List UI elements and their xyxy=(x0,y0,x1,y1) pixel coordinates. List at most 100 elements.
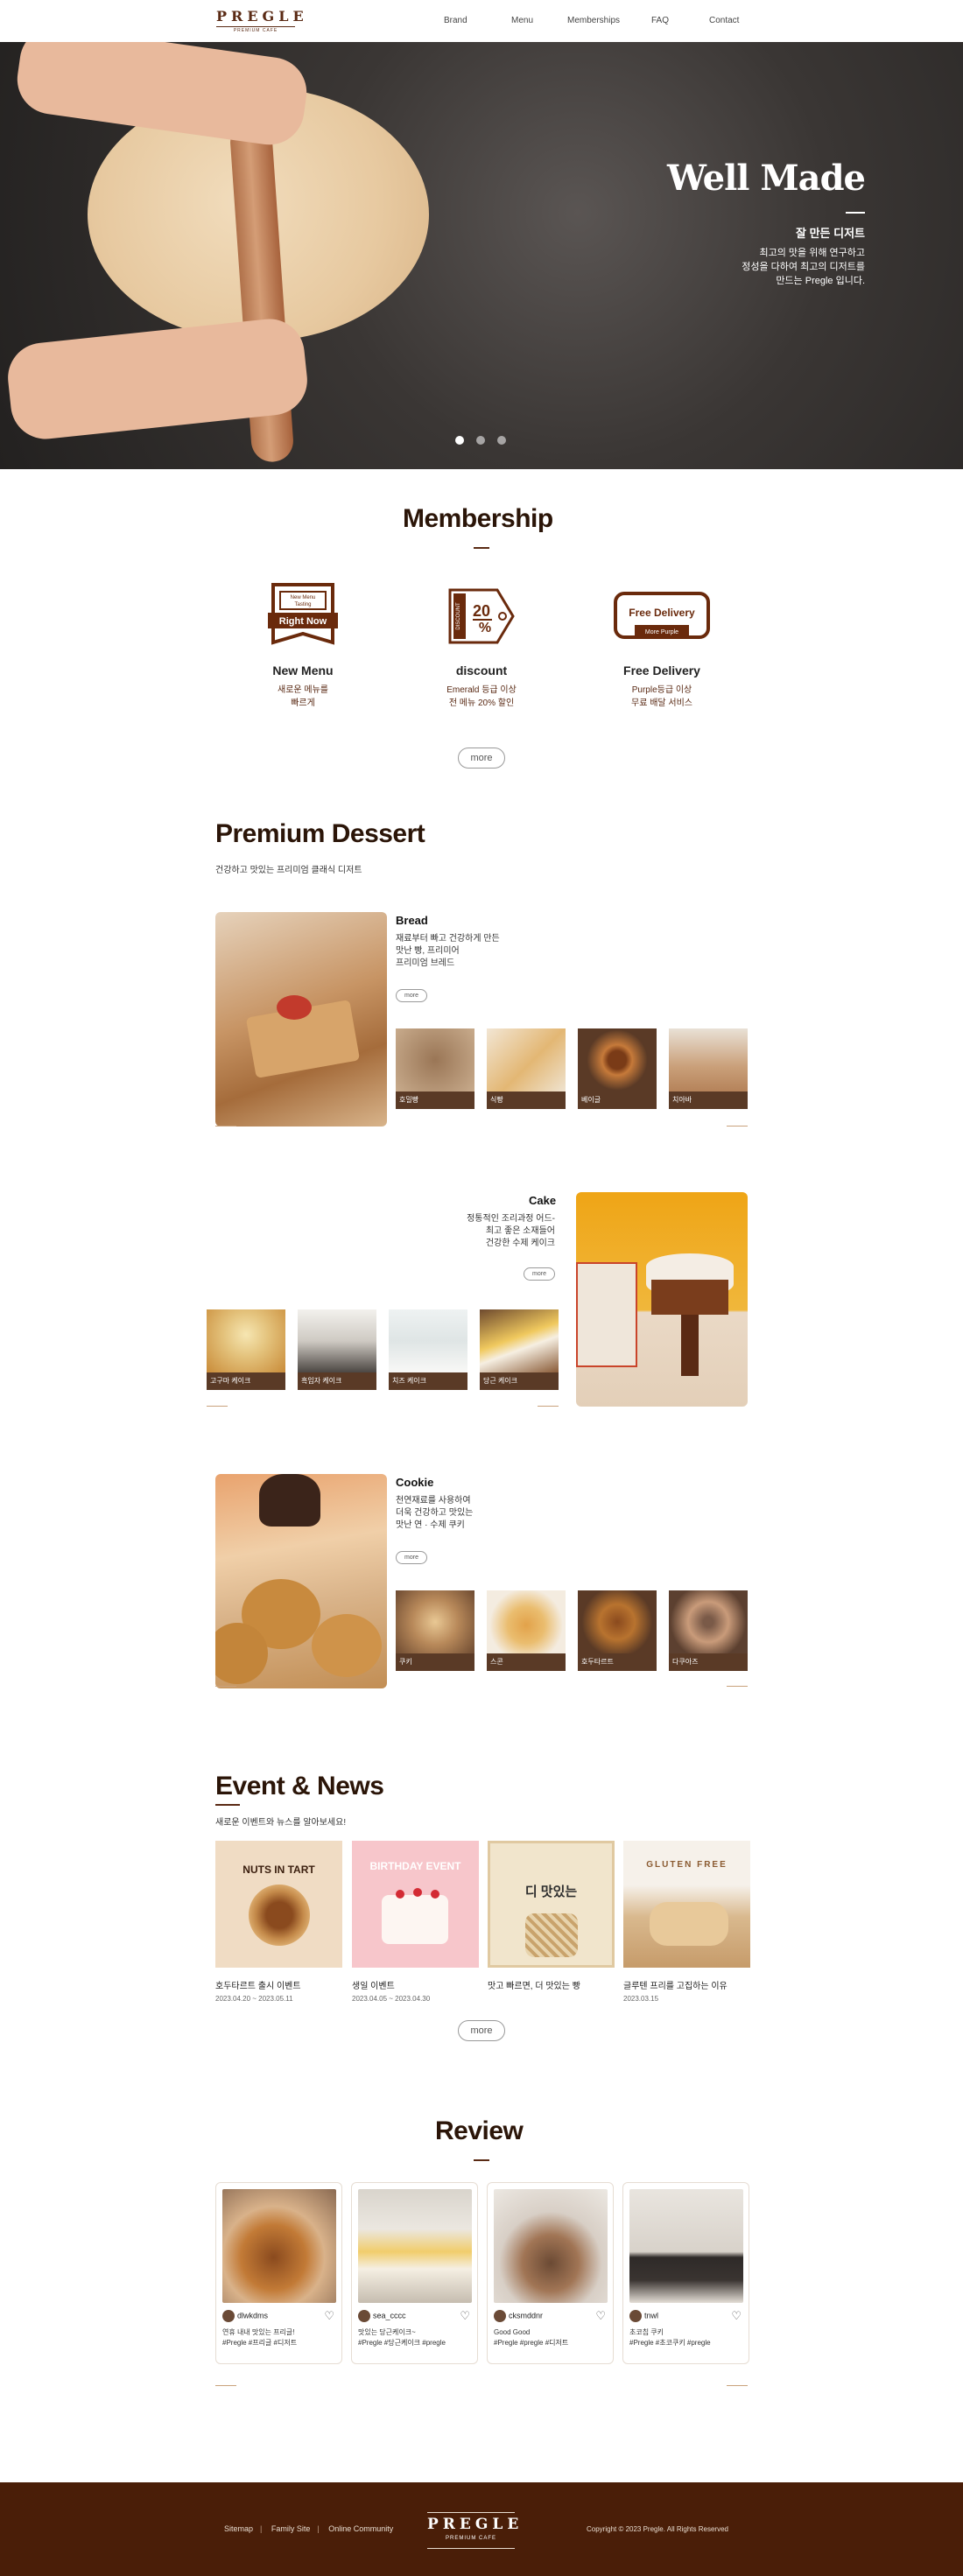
heart-icon[interactable]: ♡ xyxy=(324,2309,334,2323)
review-card-2[interactable]: sea_cccc ♡ 맛있는 당근케이크~ #Pregle #당근케이크 #pr… xyxy=(351,2182,478,2364)
heart-icon[interactable]: ♡ xyxy=(460,2309,470,2323)
bread-thumb-1[interactable]: 호밀빵 xyxy=(396,1028,474,1109)
bread-next-arrow[interactable] xyxy=(727,1126,748,1127)
event-image: BIRTHDAY EVENT xyxy=(352,1841,479,1968)
thumb-caption: 당근 케이크 xyxy=(480,1372,559,1390)
cookie-main-image xyxy=(215,1474,387,1688)
event-date: 2023.04.20 ~ 2023.05.11 xyxy=(215,1995,293,2003)
review-username: sea_cccc xyxy=(373,2311,406,2320)
event-date: 2023.03.15 xyxy=(623,1995,659,2003)
review-card-1[interactable]: dlwkdms ♡ 연휴 내내 맛있는 프리글! #Pregle #프리글 #디… xyxy=(215,2182,342,2364)
thumb-caption: 베이글 xyxy=(578,1091,657,1109)
review-next-arrow[interactable] xyxy=(727,2385,748,2386)
avatar xyxy=(222,2310,235,2322)
event-date: 2023.04.05 ~ 2023.04.30 xyxy=(352,1995,431,2003)
membership-item-title: discount xyxy=(455,663,508,677)
heart-icon[interactable]: ♡ xyxy=(731,2309,742,2323)
cake-desc: 정통적인 조리과정 어드- 최고 좋은 소재들어 건강한 수제 케이크 xyxy=(467,1214,555,1248)
event-card-1[interactable]: NUTS IN TART 호두타르트 출시 이벤트 2023.04.20 ~ 2… xyxy=(215,1841,342,2003)
cookie-thumb-4[interactable]: 다쿠아즈 xyxy=(669,1590,748,1671)
cake-thumb-1[interactable]: 고구마 케이크 xyxy=(207,1309,285,1390)
logo[interactable]: PREGLE PREMIUM CAFE xyxy=(216,7,304,35)
event-image-text: NUTS IN TART xyxy=(243,1864,315,1876)
nav-menu[interactable]: Menu xyxy=(511,16,533,25)
membership-more-button[interactable]: more xyxy=(458,748,505,769)
cake-next-arrow[interactable] xyxy=(538,1406,559,1407)
event-card-2[interactable]: BIRTHDAY EVENT 생일 이벤트 2023.04.05 ~ 2023.… xyxy=(352,1841,479,2003)
review-text: 맛있는 당근케이크~ #Pregle #당근케이크 #pregle xyxy=(358,2328,446,2347)
thumb-caption: 쿠키 xyxy=(396,1653,474,1671)
svg-text:20: 20 xyxy=(473,602,490,620)
bread-more-button[interactable]: more xyxy=(396,989,427,1002)
events-more-button[interactable]: more xyxy=(458,2020,505,2041)
premium-title: Premium Dessert xyxy=(215,819,425,848)
avatar xyxy=(358,2310,370,2322)
membership-item-discount: DISCOUNT 20% discount Emerald 등급 이상 전 메뉴 … xyxy=(394,581,569,710)
discount-tag-icon: DISCOUNT 20% xyxy=(446,581,517,651)
membership-item-desc: Emerald 등급 이상 전 메뉴 20% 할인 xyxy=(446,685,517,708)
bread-prev-arrow[interactable] xyxy=(215,1126,236,1127)
cookie-thumb-2[interactable]: 스콘 xyxy=(487,1590,566,1671)
bread-thumb-4[interactable]: 치아바 xyxy=(669,1028,748,1109)
svg-text:Right Now: Right Now xyxy=(279,616,327,627)
heart-icon[interactable]: ♡ xyxy=(595,2309,606,2323)
event-card-3[interactable]: 디 맛있는 맛고 빠르면, 더 맛있는 빵 xyxy=(488,1841,615,1991)
logo-text: PREGLE xyxy=(216,7,304,27)
cookie-next-arrow[interactable] xyxy=(727,1686,748,1687)
footer-logo-text: PREGLE xyxy=(427,2516,524,2533)
hero-banner: Well Made 잘 만든 디저트 최고의 맛을 위해 연구하고 정성을 다하… xyxy=(0,42,963,469)
membership-item-desc: 새로운 메뉴를 빠르게 xyxy=(278,685,328,708)
slider-dot-1[interactable] xyxy=(455,436,464,445)
footer-logo-subtext: PREMIUM CAFE xyxy=(445,2536,496,2541)
thumb-caption: 치즈 케이크 xyxy=(389,1372,467,1390)
events-divider xyxy=(215,1804,240,1806)
slider-dot-3[interactable] xyxy=(497,436,506,445)
avatar xyxy=(629,2310,642,2322)
review-card-3[interactable]: cksmddnr ♡ Good Good #Pregle #pregle #디저… xyxy=(487,2182,614,2364)
review-image xyxy=(629,2189,743,2303)
cake-prev-arrow[interactable] xyxy=(207,1406,228,1407)
thumb-caption: 치아바 xyxy=(669,1091,748,1109)
bread-thumb-2[interactable]: 식빵 xyxy=(487,1028,566,1109)
footer-logo[interactable]: PREGLE PREMIUM CAFE xyxy=(427,2512,524,2549)
ticket-right-now-icon: New Menu Tasting Right Now xyxy=(268,581,338,651)
cake-thumb-3[interactable]: 치즈 케이크 xyxy=(389,1309,467,1390)
bread-title: Bread xyxy=(396,914,428,927)
review-user: sea_cccc xyxy=(358,2310,406,2322)
bread-thumb-3[interactable]: 베이글 xyxy=(578,1028,657,1109)
bread-desc: 재료부터 빠고 건강하게 만든 맛난 빵, 프리미어 프리미엄 브레드 xyxy=(396,934,500,968)
membership-item-free-delivery: Free Delivery More Purple Free Delivery P… xyxy=(574,581,749,710)
footer-link-family-site[interactable]: Family Site xyxy=(271,2524,311,2533)
nav-contact[interactable]: Contact xyxy=(709,16,739,25)
premium-subtitle: 건강하고 맛있는 프리미엄 클래식 디저트 xyxy=(215,866,362,875)
svg-text:Tasting: Tasting xyxy=(294,602,311,607)
cake-thumb-4[interactable]: 당근 케이크 xyxy=(480,1309,559,1390)
cookie-thumb-1[interactable]: 쿠키 xyxy=(396,1590,474,1671)
svg-text:Free Delivery: Free Delivery xyxy=(629,607,695,619)
avatar xyxy=(494,2310,506,2322)
events-subtitle: 새로운 이벤트와 뉴스를 알아보세요! xyxy=(215,1818,347,1828)
review-user: cksmddnr xyxy=(494,2310,543,2322)
event-card-4[interactable]: GLUTEN FREE 글루텐 프리를 고집하는 이유 2023.03.15 xyxy=(623,1841,750,2003)
membership-divider xyxy=(474,547,489,549)
review-user: tnwl xyxy=(629,2310,658,2322)
free-delivery-card-icon: Free Delivery More Purple xyxy=(614,581,710,651)
slider-dot-2[interactable] xyxy=(476,436,485,445)
footer-link-online-community[interactable]: Online Community xyxy=(328,2524,393,2533)
cake-more-button[interactable]: more xyxy=(524,1267,555,1281)
footer-link-sitemap[interactable]: Sitemap xyxy=(224,2524,253,2533)
membership-item-title: Free Delivery xyxy=(623,663,700,677)
review-card-4[interactable]: tnwl ♡ 초코칩 쿠키 #Pregle #초코쿠키 #pregle xyxy=(622,2182,749,2364)
nav-brand[interactable]: Brand xyxy=(444,16,467,25)
cookie-desc: 천연재료를 사용하여 더욱 건강하고 맛있는 맛난 연 · 수제 쿠키 xyxy=(396,1496,474,1530)
cookie-thumb-3[interactable]: 호두타르트 xyxy=(578,1590,657,1671)
review-image xyxy=(222,2189,336,2303)
event-image-text: 디 맛있는 xyxy=(524,1885,578,1899)
cookie-more-button[interactable]: more xyxy=(396,1551,427,1564)
nav-faq[interactable]: FAQ xyxy=(651,16,669,25)
cake-thumb-2[interactable]: 흑임자 케이크 xyxy=(298,1309,376,1390)
nav-memberships[interactable]: Memberships xyxy=(567,16,620,25)
event-image-text: GLUTEN FREE xyxy=(646,1860,728,1870)
review-prev-arrow[interactable] xyxy=(215,2385,236,2386)
cookie-prev-arrow[interactable] xyxy=(215,1686,236,1687)
